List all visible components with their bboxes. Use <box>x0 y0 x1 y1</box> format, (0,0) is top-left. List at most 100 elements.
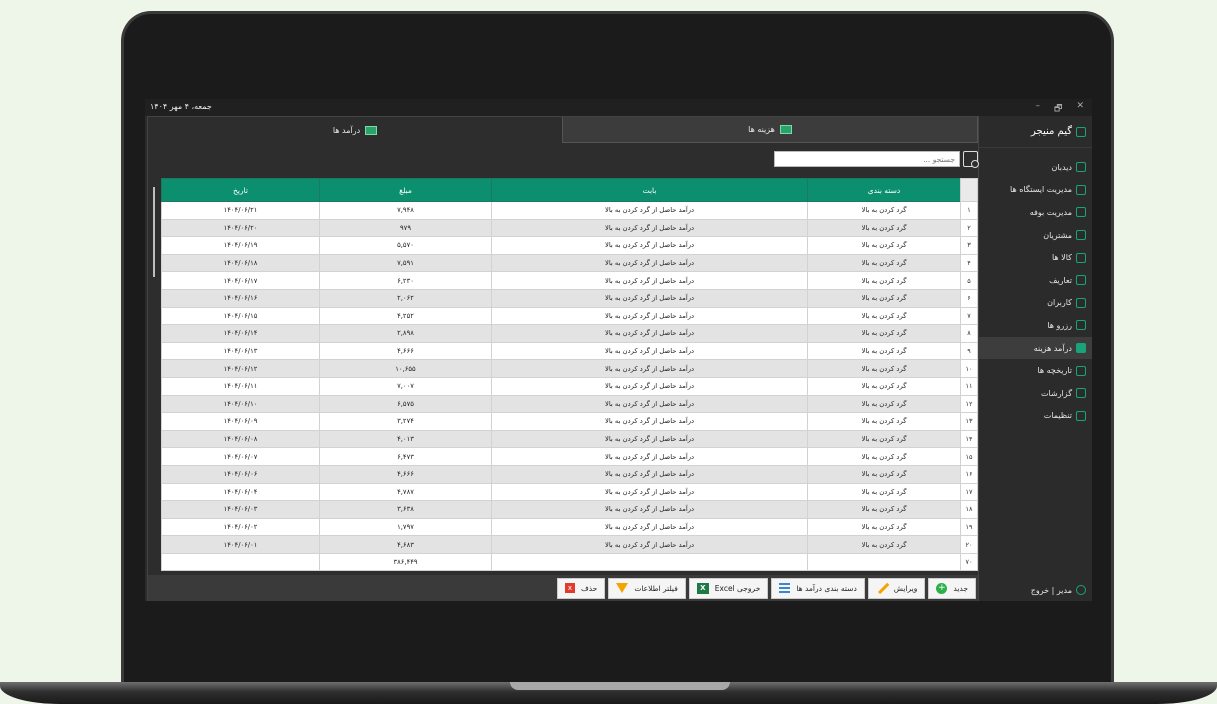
cell-amount: ۴,۷۸۷ <box>319 482 492 502</box>
sidebar-item[interactable]: تعاریف <box>979 269 1092 292</box>
sidebar-item[interactable]: مدیریت بوفه <box>979 201 1092 224</box>
sidebar-item-icon <box>1076 410 1086 421</box>
search-input[interactable] <box>774 151 960 167</box>
close-icon[interactable]: ✕ <box>1076 101 1084 117</box>
sidebar-item[interactable]: دیدبان <box>979 156 1092 179</box>
cell-amount: ۳,۶۳۸ <box>319 500 492 519</box>
table-row[interactable]: ۱۴ گرد کردن به بالا درآمد حاصل از گرد کردن… <box>161 429 978 449</box>
sidebar-item-label: مدیریت بوفه <box>1029 207 1072 217</box>
table-row[interactable]: ۴ گرد کردن به بالا درآمد حاصل از گرد کردن … <box>161 253 978 273</box>
money-icon <box>365 125 378 135</box>
cell-description: درآمد حاصل از گرد کردن به بالا <box>491 376 808 396</box>
cell-description: درآمد حاصل از گرد کردن به بالا <box>491 429 808 449</box>
income-table: دسته بندی بابت مبلغ تاریخ ۱ گرد کردن به ب… <box>161 178 978 571</box>
table-row[interactable]: ۹ گرد کردن به بالا درآمد حاصل از گرد کردن … <box>161 341 978 361</box>
cell-amount: ۶,۵۷۵ <box>319 394 492 414</box>
edit-button[interactable]: ویرایش <box>867 577 926 599</box>
sidebar-item-label: درآمد هزینه <box>1033 343 1072 353</box>
excel-label: خروجی Excel <box>714 583 761 593</box>
cell-category: گرد کردن به بالا <box>807 253 961 273</box>
scrollbar[interactable] <box>153 187 155 277</box>
cell-description: درآمد حاصل از گرد کردن به بالا <box>491 236 808 255</box>
cell-description: درآمد حاصل از گرد کردن به بالا <box>491 517 808 537</box>
cell-description: درآمد حاصل از گرد کردن به بالا <box>491 447 808 466</box>
sidebar-item[interactable]: تاریخچه ها <box>979 359 1092 382</box>
minimize-icon[interactable]: – <box>1036 101 1041 117</box>
cell-category: گرد کردن به بالا <box>807 271 961 290</box>
sidebar-item-label: تنظیمات <box>1043 411 1072 421</box>
table-row[interactable]: ۳ گرد کردن به بالا درآمد حاصل از گرد کردن … <box>161 236 978 255</box>
table-row[interactable]: ۲ گرد کردن به بالا درآمد حاصل از گرد کردن … <box>161 218 978 238</box>
cell-date: ۱۴۰۴/۰۶/۰۳ <box>161 500 320 519</box>
table-row[interactable]: ۱۲ گرد کردن به بالا درآمد حاصل از گرد کردن… <box>161 394 978 414</box>
cell-amount: ۴,۶۶۶ <box>319 464 492 484</box>
logout-label: مدیر | خروج <box>1030 585 1072 595</box>
cell-date: ۱۴۰۴/۰۶/۱۲ <box>161 359 320 378</box>
table-row[interactable]: ۱۷ گرد کردن به بالا درآمد حاصل از گرد کردن… <box>161 482 978 502</box>
table-row[interactable]: ۱۶ گرد کردن به بالا درآمد حاصل از گرد کردن… <box>161 464 978 484</box>
table-row[interactable]: ۱۹ گرد کردن به بالا درآمد حاصل از گرد کردن… <box>161 517 978 537</box>
cell-category: گرد کردن به بالا <box>807 306 961 326</box>
table-row[interactable]: ۲۰ گرد کردن به بالا درآمد حاصل از گرد کردن… <box>161 535 978 554</box>
cell-category: گرد کردن به بالا <box>807 394 961 414</box>
sidebar-item[interactable]: رزرو ها <box>979 314 1092 337</box>
filter-label: فیلتر اطلاعات <box>634 583 678 593</box>
table-row[interactable]: ۷ گرد کردن به بالا درآمد حاصل از گرد کردن … <box>161 306 978 326</box>
row-number: ۱۷ <box>960 482 978 502</box>
sidebar-item-icon <box>1076 297 1086 308</box>
search-icon[interactable] <box>963 151 979 168</box>
delete-label: حذف <box>580 583 598 593</box>
cell-category: گرد کردن به بالا <box>807 412 961 431</box>
cell-category: گرد کردن به بالا <box>807 201 961 220</box>
app-window: جمعه، ۴ مهر ۱۴۰۴ – 🗗 ✕ گیم منیجر دیدبان م… <box>145 99 1092 601</box>
row-number: ۴ <box>960 253 978 273</box>
table-row[interactable]: ۵ گرد کردن به بالا درآمد حاصل از گرد کردن … <box>161 271 978 290</box>
cell-category: گرد کردن به بالا <box>807 482 961 502</box>
cell-date: ۱۴۰۴/۰۶/۰۷ <box>161 447 320 466</box>
logout-button[interactable]: مدیر | خروج <box>979 585 1092 595</box>
table-row[interactable]: ۶ گرد کردن به بالا درآمد حاصل از گرد کردن … <box>161 288 978 308</box>
row-number: ۹ <box>960 341 978 361</box>
sidebar-item[interactable]: مشتریان <box>979 224 1092 247</box>
sidebar-item[interactable]: کاربران <box>979 292 1092 315</box>
cell-category: گرد کردن به بالا <box>807 218 961 238</box>
filter-button[interactable]: فیلتر اطلاعات <box>608 577 686 599</box>
restore-icon[interactable]: 🗗 <box>1054 101 1062 117</box>
sidebar-item[interactable]: گزارشات <box>979 382 1092 405</box>
header-amount[interactable]: مبلغ <box>319 178 492 202</box>
sidebar-item-icon <box>1076 275 1086 286</box>
sidebar-nav: دیدبان مدیریت ایستگاه ها مدیریت بوفه مشتریا… <box>979 156 1092 427</box>
cell-description: درآمد حاصل از گرد کردن به بالا <box>491 324 808 343</box>
table-row[interactable]: ۱۰ گرد کردن به بالا درآمد حاصل از گرد کردن… <box>161 359 978 378</box>
table-row[interactable]: ۱۵ گرد کردن به بالا درآمد حاصل از گرد کردن… <box>161 447 978 466</box>
cell-category: گرد کردن به بالا <box>807 236 961 255</box>
new-button[interactable]: جدید + <box>928 577 976 599</box>
sidebar-item-icon <box>1076 230 1086 241</box>
sidebar-item[interactable]: کالا ها <box>979 246 1092 269</box>
sidebar-item[interactable]: تنظیمات <box>979 405 1092 428</box>
sidebar-item-icon <box>1076 365 1086 376</box>
cell-description: درآمد حاصل از گرد کردن به بالا <box>491 482 808 502</box>
table-row[interactable]: ۸ گرد کردن به بالا درآمد حاصل از گرد کردن … <box>161 324 978 343</box>
table-row[interactable]: ۱ گرد کردن به بالا درآمد حاصل از گرد کردن … <box>161 201 978 220</box>
tab-income[interactable]: درآمد ها <box>148 117 563 143</box>
cell-category: گرد کردن به بالا <box>807 341 961 361</box>
row-number: ۱۵ <box>960 447 978 466</box>
table-row[interactable]: ۱۳ گرد کردن به بالا درآمد حاصل از گرد کردن… <box>161 412 978 431</box>
excel-export-button[interactable]: خروجی Excel X <box>688 577 769 599</box>
sidebar-item-icon <box>1076 207 1086 218</box>
categories-button[interactable]: دسته بندی درآمد ها <box>771 577 865 599</box>
sidebar-item[interactable]: درآمد هزینه <box>979 336 1092 360</box>
row-number: ۱۲ <box>960 394 978 414</box>
cell-category: گرد کردن به بالا <box>807 324 961 343</box>
header-category[interactable]: دسته بندی <box>807 178 961 202</box>
new-label: جدید <box>953 583 968 593</box>
table-row[interactable]: ۱۸ گرد کردن به بالا درآمد حاصل از گرد کردن… <box>161 500 978 519</box>
sidebar-item[interactable]: مدیریت ایستگاه ها <box>979 179 1092 202</box>
header-description[interactable]: بابت <box>491 178 808 202</box>
table-row[interactable]: ۱۱ گرد کردن به بالا درآمد حاصل از گرد کردن… <box>161 376 978 396</box>
header-date[interactable]: تاریخ <box>161 178 320 202</box>
delete-button[interactable]: حذف x <box>556 577 606 599</box>
tab-expenses[interactable]: هزینه ها <box>563 117 978 143</box>
table-header-row: دسته بندی بابت مبلغ تاریخ <box>161 178 978 202</box>
